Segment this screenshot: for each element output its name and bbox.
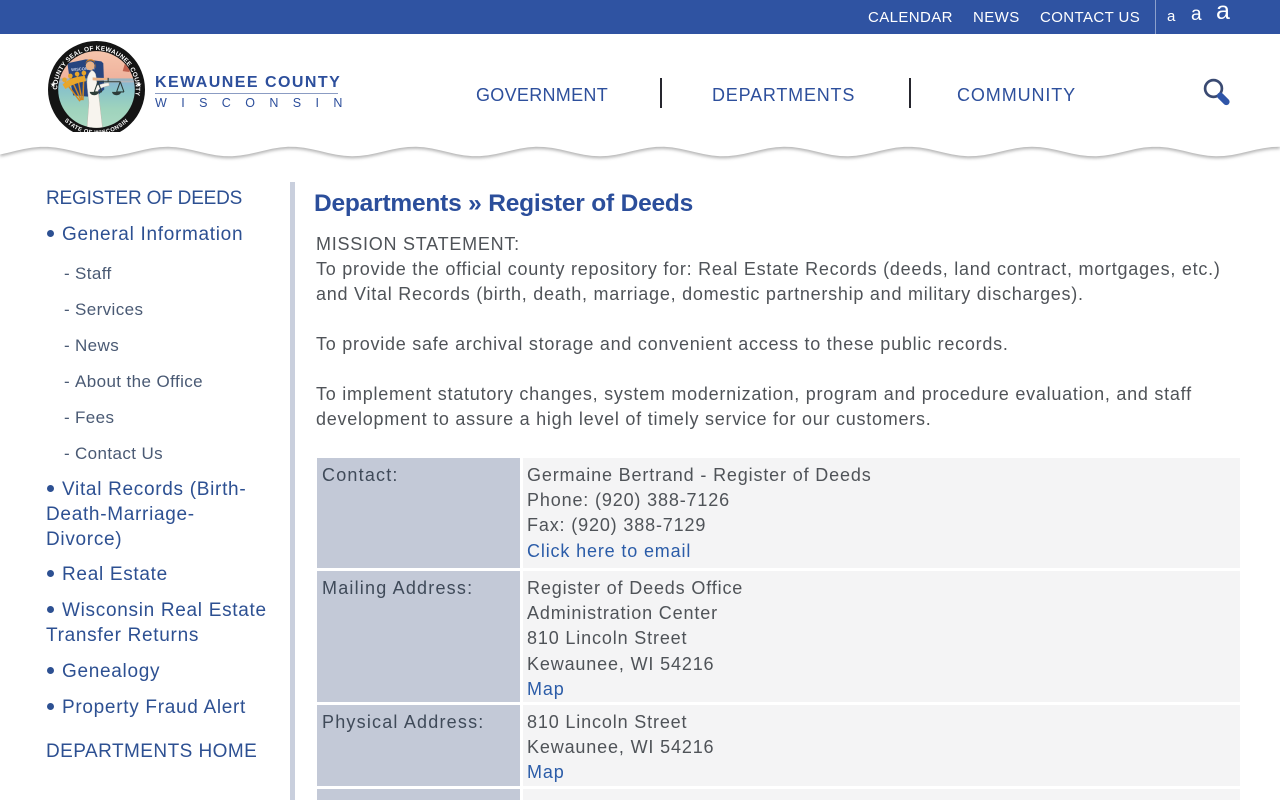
svg-text:★: ★	[136, 82, 142, 89]
svg-text:★: ★	[50, 82, 56, 89]
